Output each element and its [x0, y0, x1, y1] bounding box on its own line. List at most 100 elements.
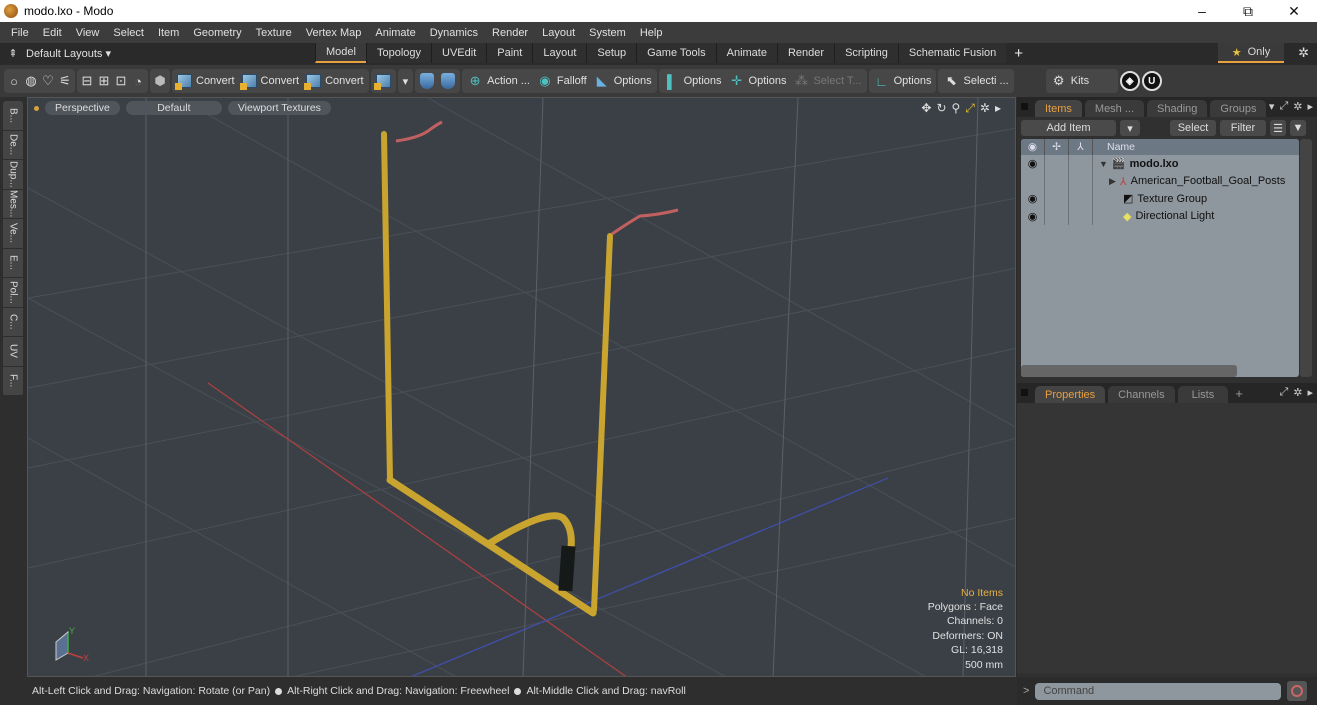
menu-animate[interactable]: Animate: [368, 27, 422, 39]
expand-arrow-icon[interactable]: ▶: [1109, 176, 1116, 187]
menu-item[interactable]: Item: [151, 27, 186, 39]
tab-uvedit[interactable]: UVEdit: [431, 43, 487, 63]
vtab-curve[interactable]: C...: [3, 308, 23, 337]
panel-corner-icon[interactable]: [1021, 389, 1028, 396]
eye-icon[interactable]: ◉: [1021, 155, 1045, 173]
vtab-edge[interactable]: E...: [3, 249, 23, 278]
kits-button[interactable]: ⚙ Kits: [1048, 70, 1092, 92]
tabs-dropdown-icon[interactable]: ▾: [1269, 100, 1275, 113]
select-edges-globe-icon[interactable]: ◍: [23, 73, 39, 89]
3d-viewport[interactable]: Y X Perspective Default Viewport Texture…: [27, 97, 1016, 677]
tab-properties[interactable]: Properties: [1035, 386, 1106, 403]
menu-select[interactable]: Select: [106, 27, 151, 39]
tab-game-tools[interactable]: Game Tools: [636, 43, 716, 63]
record-macro-button[interactable]: [1287, 681, 1308, 701]
eye-icon[interactable]: ◉: [1021, 207, 1045, 225]
tab-items[interactable]: Items: [1035, 100, 1082, 117]
item-row[interactable]: ◉ ◆ Directional Light: [1021, 207, 1299, 225]
selection-button[interactable]: ⬉ Selecti ...: [940, 70, 1011, 92]
items-horizontal-scrollbar[interactable]: [1021, 365, 1237, 377]
unreal-logo-icon[interactable]: U: [1141, 71, 1162, 91]
options-button-4[interactable]: ∟ Options: [871, 70, 935, 92]
unity-logo-icon[interactable]: ◈: [1119, 71, 1140, 91]
select-button[interactable]: Select: [1170, 120, 1216, 136]
panel-arrow-icon[interactable]: ▸: [1307, 100, 1313, 113]
panel-arrow-icon[interactable]: ▸: [1307, 386, 1313, 399]
maximize-icon[interactable]: ⤢: [965, 101, 975, 116]
select-polygons-pen-icon[interactable]: ♡: [40, 73, 56, 89]
tab-scripting[interactable]: Scripting: [834, 43, 898, 63]
vtab-mesh-edit[interactable]: Mes...: [3, 190, 23, 219]
symmetry-shield-button[interactable]: [417, 70, 437, 92]
tab-topology[interactable]: Topology: [365, 43, 432, 63]
render-column-icon[interactable]: ⅄: [1069, 139, 1093, 155]
menu-layout[interactable]: Layout: [535, 27, 582, 39]
tab-shading[interactable]: Shading: [1147, 100, 1208, 117]
visibility-column-eye-icon[interactable]: ◉: [1021, 139, 1045, 155]
item-row[interactable]: ◉ ▼ 🎬 modo.lxo: [1021, 155, 1299, 173]
tab-channels[interactable]: Channels: [1108, 386, 1175, 403]
vtab-basic[interactable]: B...: [3, 101, 23, 131]
zoom-icon[interactable]: ⚲: [952, 101, 961, 116]
pan-icon[interactable]: ✥: [921, 101, 931, 116]
restore-button[interactable]: ⧉: [1225, 0, 1271, 22]
uv-layout-icon[interactable]: ⊞: [96, 73, 112, 89]
viewport-more-arrow-icon[interactable]: ▸: [995, 101, 1001, 116]
mesh-cube-button[interactable]: [373, 70, 394, 92]
viewport-gear-icon[interactable]: ✲: [980, 101, 990, 116]
menu-system[interactable]: System: [582, 27, 633, 39]
layout-collapse-icon[interactable]: ⇞: [0, 47, 26, 60]
menu-render[interactable]: Render: [485, 27, 535, 39]
close-button[interactable]: ✕: [1271, 0, 1317, 22]
vtab-fusion[interactable]: F...: [3, 367, 23, 396]
action-center-button[interactable]: ⊕ Action ...: [464, 70, 533, 92]
layout-settings-gear-icon[interactable]: ✲: [1298, 45, 1309, 61]
convert-button-3[interactable]: Convert: [303, 70, 367, 92]
menu-dynamics[interactable]: Dynamics: [423, 27, 485, 39]
filter-button[interactable]: Filter: [1220, 120, 1266, 136]
convert-button-2[interactable]: Convert: [239, 70, 303, 92]
options-button-2[interactable]: ▌ Options: [661, 70, 725, 92]
list-options-icon[interactable]: ☰: [1270, 120, 1286, 136]
panel-gear-icon[interactable]: ✲: [1293, 100, 1302, 113]
tab-groups[interactable]: Groups: [1210, 100, 1267, 117]
perspective-dropdown[interactable]: Perspective: [45, 101, 120, 115]
vtab-polygon[interactable]: Pol...: [3, 278, 23, 308]
tab-mesh[interactable]: Mesh ...: [1084, 100, 1145, 117]
menu-texture[interactable]: Texture: [249, 27, 299, 39]
options-button-3[interactable]: ✛ Options: [726, 70, 790, 92]
item-row[interactable]: ▶ ⅄ American_Football_Goal_Posts: [1021, 172, 1299, 190]
menu-file[interactable]: File: [4, 27, 36, 39]
menu-vertex-map[interactable]: Vertex Map: [299, 27, 369, 39]
tab-paint[interactable]: Paint: [486, 43, 533, 63]
command-input[interactable]: [1035, 682, 1282, 700]
expand-arrow-icon[interactable]: ▼: [1099, 159, 1108, 169]
viewport-textures-dropdown[interactable]: Viewport Textures: [227, 101, 331, 115]
tab-render[interactable]: Render: [776, 43, 835, 63]
panel-gear-icon[interactable]: ✲: [1293, 386, 1302, 399]
tab-schematic-fusion[interactable]: Schematic Fusion: [897, 43, 1007, 63]
tab-setup[interactable]: Setup: [586, 43, 637, 63]
tab-model[interactable]: Model: [315, 43, 366, 63]
only-toggle[interactable]: ★ Only: [1218, 43, 1284, 63]
expand-panel-icon[interactable]: ⤢: [1279, 100, 1288, 113]
add-panel-tab-button[interactable]: +: [1231, 386, 1247, 401]
default-layouts-dropdown[interactable]: Default Layouts ▾: [26, 47, 111, 60]
panel-corner-icon[interactable]: [1021, 103, 1028, 110]
menu-view[interactable]: View: [69, 27, 107, 39]
add-item-dropdown[interactable]: ▾: [1120, 120, 1140, 136]
lock-column-icon[interactable]: ✢: [1045, 139, 1069, 155]
menu-edit[interactable]: Edit: [36, 27, 69, 39]
funnel-filter-icon[interactable]: ▼: [1290, 120, 1306, 136]
vtab-deform[interactable]: De...: [3, 131, 23, 160]
vtab-uv[interactable]: UV: [3, 337, 23, 367]
options-button-1[interactable]: ◣ Options: [591, 70, 655, 92]
shading-dropdown[interactable]: Default: [125, 101, 222, 115]
eye-icon[interactable]: ◉: [1021, 190, 1045, 208]
select-vertices-icon[interactable]: ○: [6, 73, 22, 89]
items-vertical-scrollbar[interactable]: [1300, 139, 1312, 377]
menu-geometry[interactable]: Geometry: [186, 27, 248, 39]
shield-select-icon[interactable]: ⬢: [152, 73, 168, 89]
select-items-icon[interactable]: ⚟: [57, 73, 73, 89]
add-tab-button[interactable]: +: [1006, 43, 1031, 63]
